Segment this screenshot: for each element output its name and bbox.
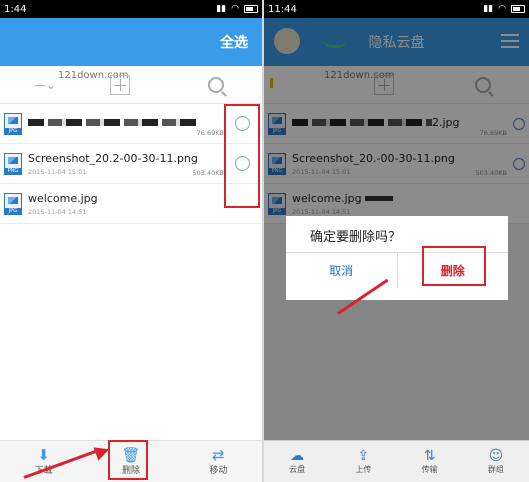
right-screen: 11:44 ▮▮ ◠ 隐私云盘 121down.com JPG 2.jpg 76… <box>264 0 529 482</box>
nav-upload[interactable]: ⇪ 上传 <box>330 441 396 482</box>
status-bar: 11:44 ▮▮ ◠ <box>264 0 529 18</box>
jpg-file-icon: JPG <box>4 112 22 135</box>
nav-transfer[interactable]: ⇅ 传输 <box>397 441 463 482</box>
download-icon: ⬇ <box>37 446 50 464</box>
wifi-icon: ◠ <box>231 4 239 14</box>
status-time: 11:44 <box>268 3 297 15</box>
cloud-icon: ☁ <box>290 448 305 464</box>
signal-icon: ▮▮ <box>216 4 227 14</box>
move-icon: ⇄ <box>212 446 225 464</box>
list-item[interactable]: JPG 76.69KB <box>0 104 262 144</box>
bottom-nav-bar: ☁ 云盘 ⇪ 上传 ⇅ 传输 ☺ 群组 <box>264 440 529 482</box>
wifi-icon: ◠ <box>498 4 506 14</box>
select-all-button[interactable]: 全选 <box>220 32 248 52</box>
status-icons: ▮▮ ◠ <box>216 4 258 14</box>
search-icon[interactable] <box>208 76 224 93</box>
signal-icon: ▮▮ <box>483 4 494 14</box>
status-icons: ▮▮ ◠ <box>483 4 525 14</box>
nav-group[interactable]: ☺ 群组 <box>463 441 529 482</box>
battery-icon <box>244 5 258 13</box>
comparison-stage: 1:44 ▮▮ ◠ 全选 121down.com —⌄ JPG 76.69KB … <box>0 0 529 482</box>
highlight-delete <box>108 440 148 480</box>
move-button[interactable]: ⇄ 移动 <box>175 441 262 482</box>
left-screen: 1:44 ▮▮ ◠ 全选 121down.com —⌄ JPG 76.69KB … <box>0 0 262 482</box>
list-item[interactable]: JPG welcome.jpg 2015-11-04 14:51 <box>0 184 262 224</box>
list-item[interactable]: PNG Screenshot_20.2-00-30-11.png 2015-11… <box>0 144 262 184</box>
file-list: JPG 76.69KB PNG Screenshot_20.2-00-30-11… <box>0 104 262 224</box>
header-bar: 全选 <box>0 18 262 66</box>
upload-icon: ⇪ <box>357 448 370 464</box>
jpg-file-icon: JPG <box>4 192 22 215</box>
nav-cloud[interactable]: ☁ 云盘 <box>264 441 330 482</box>
battery-icon <box>511 5 525 13</box>
status-time: 1:44 <box>4 3 27 15</box>
new-folder-icon[interactable] <box>110 74 130 95</box>
png-file-icon: PNG <box>4 152 22 175</box>
status-bar: 1:44 ▮▮ ◠ <box>0 0 262 18</box>
transfer-icon: ⇅ <box>423 448 436 464</box>
highlight-checkboxes <box>224 104 260 208</box>
file-date: 2015-11-04 14:51 <box>28 207 87 216</box>
dim-overlay-top <box>264 18 529 66</box>
group-icon: ☺ <box>488 448 504 464</box>
file-size: 76.69KB <box>196 129 224 137</box>
download-button[interactable]: ⬇ 下载 <box>0 441 87 482</box>
file-size: 503.40KB <box>192 169 224 177</box>
file-toolbar: 121down.com —⌄ <box>0 66 262 104</box>
highlight-confirm <box>422 246 486 286</box>
